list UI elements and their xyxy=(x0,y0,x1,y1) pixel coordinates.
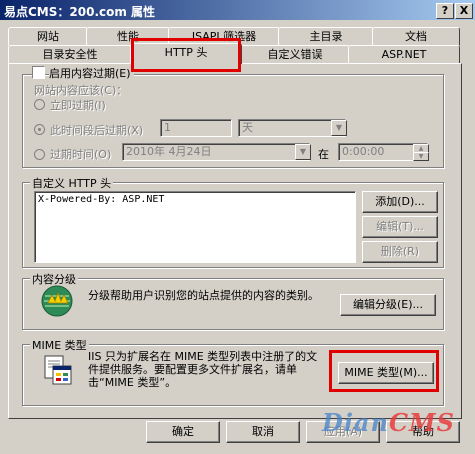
unit-dropdown-arrow-icon[interactable]: ▼ xyxy=(331,120,347,136)
close-button[interactable]: X xyxy=(455,3,473,19)
window-title: 易点CMS：200.com 属性 xyxy=(4,5,156,19)
tab-website[interactable]: 网站 xyxy=(8,27,88,46)
expire-on-date-value: 2010年 4月24日 xyxy=(126,145,212,158)
at-label: 在 xyxy=(318,148,329,161)
custom-headers-label: 自定义 HTTP 头 xyxy=(30,175,114,191)
expire-on-label: 过期时间(O) xyxy=(50,148,112,161)
time-down-arrow-icon[interactable]: ▼ xyxy=(413,152,429,161)
mime-label: MIME 类型 xyxy=(30,337,89,353)
diancms-watermark: DianCMS xyxy=(322,408,455,437)
tab-directory-security[interactable]: 目录安全性 xyxy=(8,45,132,64)
tab-home-directory[interactable]: 主目录 xyxy=(278,27,374,46)
edit-header-button[interactable]: 编辑(T)... xyxy=(362,216,438,238)
expire-after-unit-value: 天 xyxy=(242,121,253,134)
expire-on-radio[interactable] xyxy=(34,149,45,160)
expire-after-value-field[interactable]: 1 xyxy=(160,119,232,137)
custom-headers-list[interactable]: X-Powered-By: ASP.NET xyxy=(34,191,356,263)
mime-icon xyxy=(44,355,72,385)
tab-aspnet[interactable]: ASP.NET xyxy=(348,45,460,64)
mime-description: IIS 只为扩展名在 MIME 类型列表中注册了的文件提供服务。要配置更多文件扩… xyxy=(88,350,318,389)
tab-documents[interactable]: 文档 xyxy=(372,27,460,46)
tab-highlight-box xyxy=(131,38,241,72)
expire-now-radio[interactable] xyxy=(34,99,45,110)
expire-on-time-value: 0:00:00 xyxy=(342,145,385,158)
tab-custom-errors[interactable]: 自定义错误 xyxy=(240,45,350,64)
enable-expiration-label[interactable]: 启用内容过期(E) xyxy=(49,65,134,81)
expire-on-date-picker[interactable]: 2010年 4月24日 xyxy=(122,143,310,161)
mime-button-highlight-box xyxy=(329,350,439,392)
content-should-label: 网站内容应该(C)： xyxy=(34,84,128,97)
edit-rating-button[interactable]: 编辑分级(E)... xyxy=(340,294,436,316)
expire-after-label: 此时间段后过期(X) xyxy=(50,124,144,137)
rating-icon xyxy=(41,285,73,317)
content-rating-description: 分级帮助用户识别您的站点提供的内容的类别。 xyxy=(88,289,319,302)
date-dropdown-arrow-icon[interactable]: ▼ xyxy=(295,144,311,160)
help-button[interactable]: ? xyxy=(436,3,454,19)
ok-button[interactable]: 确定 xyxy=(146,421,220,443)
expire-now-label: 立即过期(I) xyxy=(50,99,106,112)
remove-header-button[interactable]: 删除(R) xyxy=(362,241,438,263)
enable-expiration-checkbox[interactable] xyxy=(32,66,45,79)
expire-after-unit-select[interactable]: 天 xyxy=(238,119,346,137)
cancel-button[interactable]: 取消 xyxy=(226,421,300,443)
add-header-button[interactable]: 添加(D)... xyxy=(362,191,438,213)
expire-after-radio[interactable] xyxy=(34,124,45,135)
title-bar: 易点CMS：200.com 属性 ? X xyxy=(0,0,475,20)
header-list-item[interactable]: X-Powered-By: ASP.NET xyxy=(35,192,355,207)
